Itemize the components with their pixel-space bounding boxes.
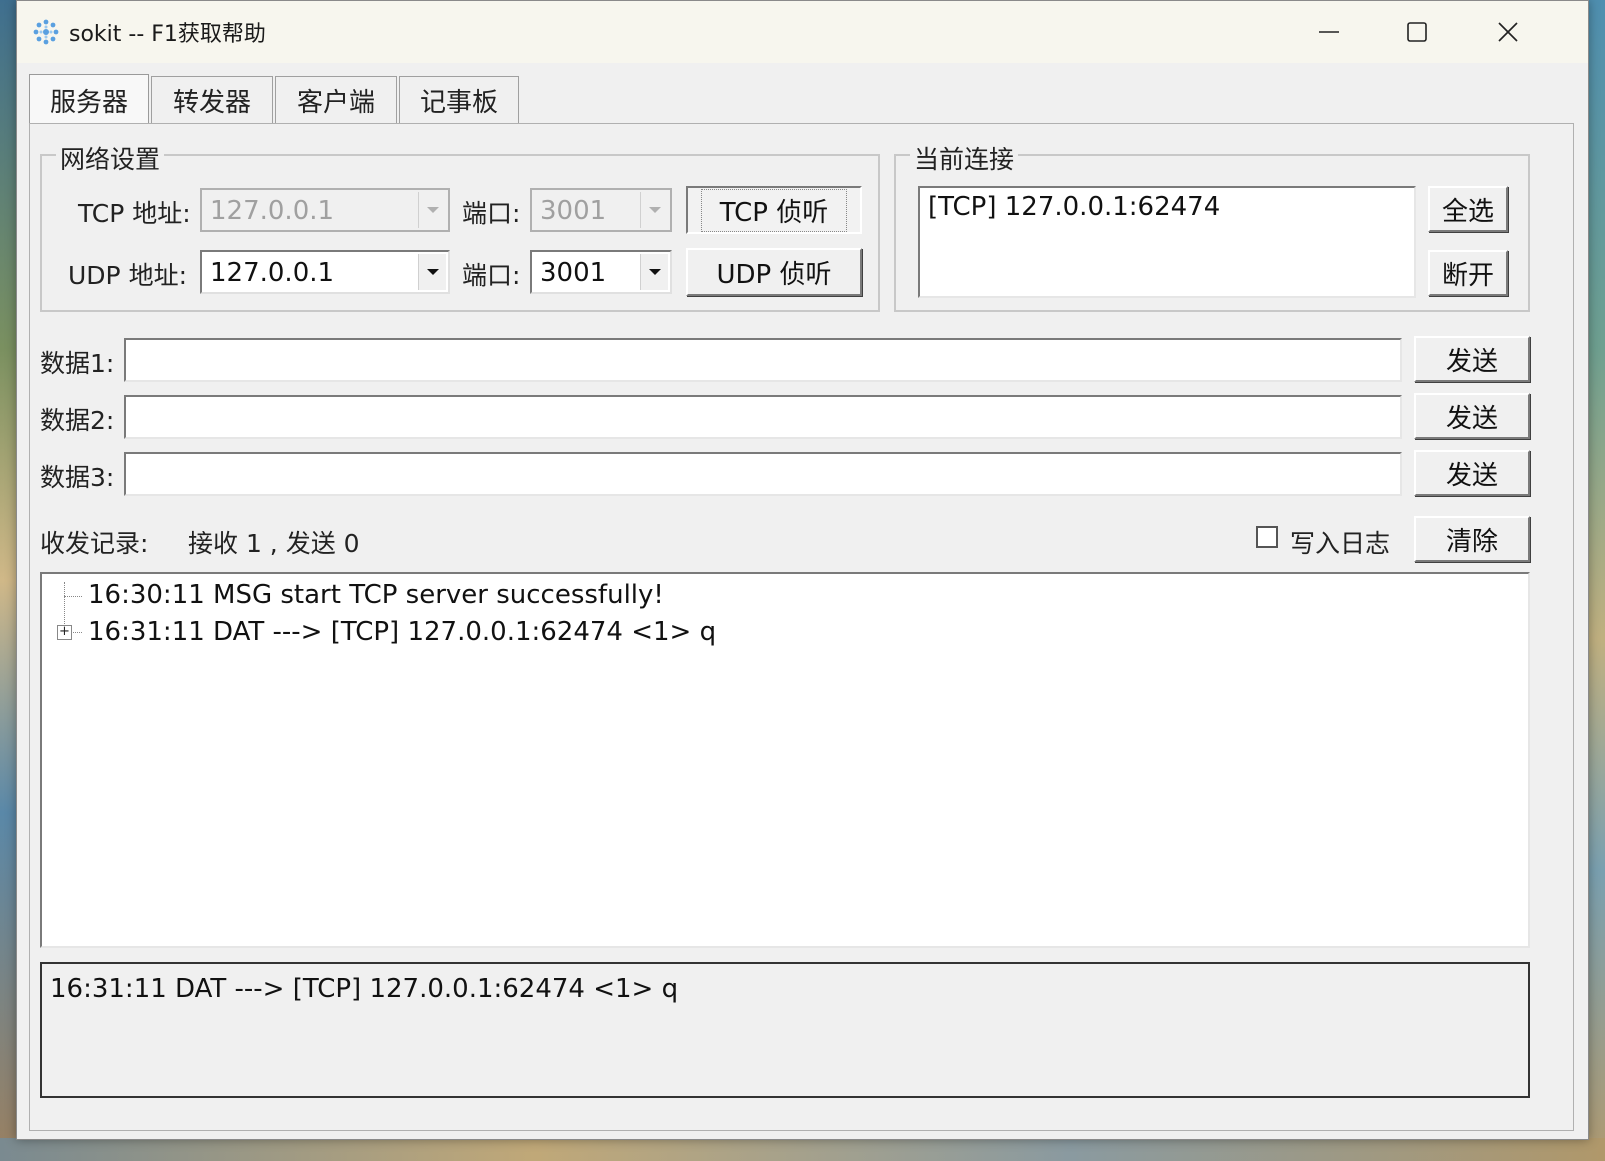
tcp-port-value: 3001 [540,196,607,226]
chevron-down-icon[interactable] [640,192,668,228]
tcp-port-label: 端口: [462,199,521,228]
log-entry[interactable]: 16:30:11 MSG start TCP server successful… [88,580,664,610]
udp-port-combo[interactable]: 3001 [530,250,672,294]
tab-client[interactable]: 客户端 [275,76,397,124]
udp-port-value: 3001 [540,258,607,288]
server-panel: 网络设置 TCP 地址: 127.0.0.1 端口: 3001 TCP 侦听 U… [29,123,1574,1131]
network-settings-group: 网络设置 TCP 地址: 127.0.0.1 端口: 3001 TCP 侦听 U… [40,140,880,312]
chevron-down-icon[interactable] [418,192,446,228]
chevron-down-icon[interactable] [418,254,446,290]
data3-input[interactable] [124,452,1402,496]
log-label: 收发记录: [40,529,149,558]
tree-branch-line [64,596,82,597]
close-button[interactable] [1473,9,1543,55]
udp-address-combo[interactable]: 127.0.0.1 [200,250,450,294]
current-connections-legend: 当前连接 [910,140,1019,176]
udp-address-label: UDP 地址: [68,261,187,290]
log-tree[interactable]: 16:30:11 MSG start TCP server successful… [40,572,1530,948]
tcp-port-combo[interactable]: 3001 [530,188,672,232]
data2-send-button[interactable]: 发送 [1414,393,1530,439]
maximize-button[interactable] [1382,9,1452,55]
tcp-address-label: TCP 地址: [78,199,191,228]
clear-button[interactable]: 清除 [1414,516,1530,562]
tab-server[interactable]: 服务器 [29,74,149,126]
title-bar[interactable]: sokit -- F1获取帮助 [17,1,1588,63]
window-title: sokit -- F1获取帮助 [69,22,266,47]
network-settings-legend: 网络设置 [56,140,165,176]
data1-input[interactable] [124,338,1402,382]
tab-forwarder[interactable]: 转发器 [151,76,273,124]
sokit-window: sokit -- F1获取帮助 服务器 转发器 客户端 记事板 网络设置 TCP… [16,0,1589,1140]
current-connections-group: 当前连接 [TCP] 127.0.0.1:62474 全选 断开 [894,140,1530,312]
data1-send-button[interactable]: 发送 [1414,336,1530,382]
snowflake-icon [33,19,59,45]
log-stats: 接收 1 , 发送 0 [188,529,360,558]
log-detail-text: 16:31:11 DAT ---> [TCP] 127.0.0.1:62474 … [50,974,679,1004]
data2-input[interactable] [124,395,1402,439]
tab-notepad[interactable]: 记事板 [399,76,519,124]
connection-list[interactable]: [TCP] 127.0.0.1:62474 [918,186,1416,298]
desktop-background-bottom [0,1138,1605,1161]
close-icon [1498,22,1518,42]
maximize-icon [1407,22,1427,42]
udp-listen-button[interactable]: UDP 侦听 [686,248,862,296]
tcp-address-combo[interactable]: 127.0.0.1 [200,188,450,232]
udp-address-value: 127.0.0.1 [210,258,335,288]
connection-item[interactable]: [TCP] 127.0.0.1:62474 [928,192,1220,222]
tcp-address-value: 127.0.0.1 [210,196,335,226]
write-log-label[interactable]: 写入日志 [1290,524,1390,560]
log-entry[interactable]: 16:31:11 DAT ---> [TCP] 127.0.0.1:62474 … [88,617,716,647]
data1-label: 数据1: [40,349,115,378]
data3-label: 数据3: [40,463,115,492]
udp-port-label: 端口: [462,261,521,290]
plus-box-icon[interactable]: + [57,625,72,640]
minimize-icon [1319,31,1339,33]
write-log-checkbox[interactable] [1256,526,1278,548]
chevron-down-icon[interactable] [640,254,668,290]
disconnect-button[interactable]: 断开 [1428,250,1508,296]
desktop-background-right [1588,0,1605,1161]
select-all-button[interactable]: 全选 [1428,186,1508,232]
log-detail-box: 16:31:11 DAT ---> [TCP] 127.0.0.1:62474 … [40,962,1530,1098]
data3-send-button[interactable]: 发送 [1414,450,1530,496]
data2-label: 数据2: [40,406,115,435]
tcp-listen-button[interactable]: TCP 侦听 [686,186,862,234]
minimize-button[interactable] [1294,9,1364,55]
